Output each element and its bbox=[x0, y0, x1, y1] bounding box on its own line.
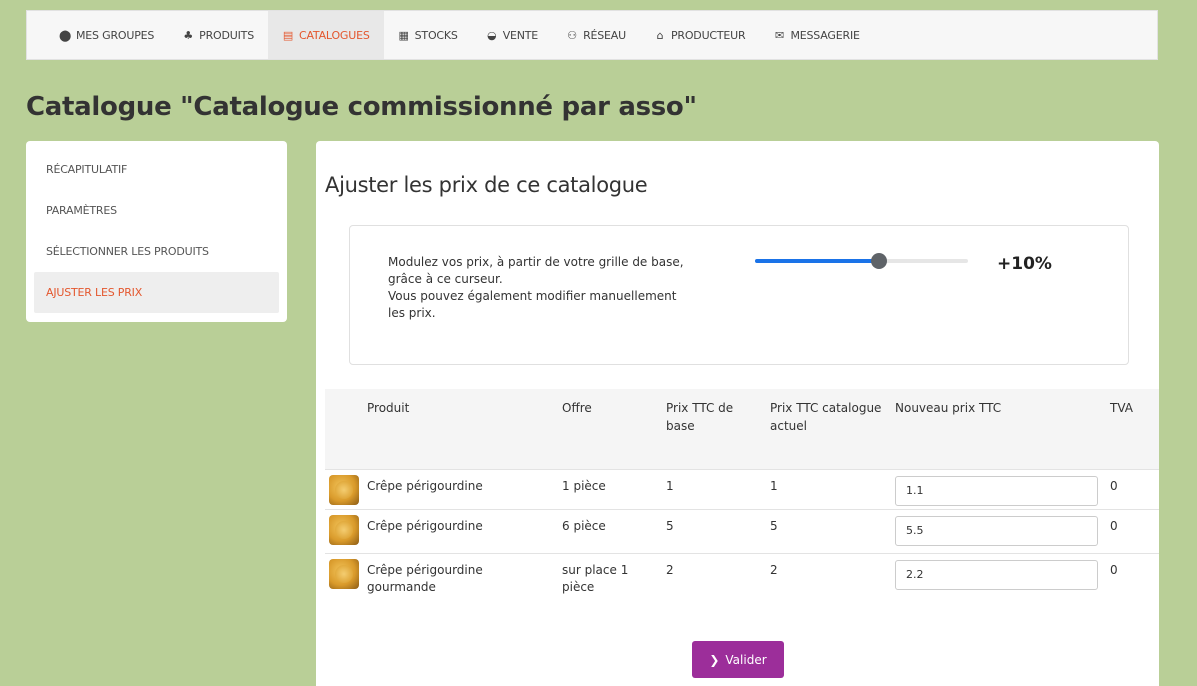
header-thumb bbox=[325, 389, 367, 469]
offer: 6 pièce bbox=[562, 508, 666, 553]
top-nav: ⬤ MES GROUPES ♣ PRODUITS ▤ CATALOGUES ▦ … bbox=[26, 10, 1158, 60]
sidebar-item-parametres[interactable]: PARAMÈTRES bbox=[34, 190, 279, 231]
nav-label: PRODUCTEUR bbox=[670, 28, 746, 42]
header-base-price: Prix TTC de base bbox=[666, 401, 734, 433]
nav-item-catalogues[interactable]: ▤ CATALOGUES bbox=[267, 11, 384, 59]
submit-button[interactable]: ❯ Valider bbox=[692, 641, 784, 678]
nav-label: PRODUITS bbox=[199, 28, 254, 42]
section-title: Ajuster les prix de ce catalogue bbox=[325, 173, 648, 197]
envelope-icon: ✉ bbox=[774, 28, 784, 42]
vat: 0 bbox=[1110, 508, 1159, 553]
prices-table: Produit Offre Prix TTC de base Prix TTC … bbox=[325, 389, 1159, 608]
new-price-cell bbox=[895, 552, 1110, 608]
product-name: Crêpe périgourdine bbox=[367, 468, 562, 509]
sidebar-item-selectionner-produits[interactable]: SÉLECTIONNER LES PRODUITS bbox=[34, 231, 279, 272]
slider-description: Modulez vos prix, à partir de votre gril… bbox=[388, 254, 733, 322]
table-row: Crêpe périgourdine gourmande sur place 1… bbox=[325, 552, 1159, 608]
main-card: Ajuster les prix de ce catalogue Modulez… bbox=[316, 141, 1159, 686]
product-thumb-cell bbox=[325, 468, 367, 509]
current-price: 5 bbox=[770, 508, 895, 553]
vat: 0 bbox=[1110, 468, 1159, 509]
network-icon: ⚇ bbox=[567, 28, 577, 42]
header-product: Produit bbox=[367, 401, 410, 415]
current-price: 2 bbox=[770, 552, 895, 608]
sale-icon: ◒ bbox=[486, 28, 497, 42]
slider-description-line: grâce à ce curseur. bbox=[388, 272, 503, 286]
table-row: Crêpe périgourdine 6 pièce 5 5 0 bbox=[325, 508, 1159, 553]
table-row: Crêpe périgourdine 1 pièce 1 1 0 bbox=[325, 468, 1159, 509]
price-slider-panel: Modulez vos prix, à partir de votre gril… bbox=[349, 225, 1129, 365]
header-vat: TVA bbox=[1110, 401, 1133, 415]
new-price-cell bbox=[895, 468, 1110, 509]
slider-description-line: les prix. bbox=[388, 306, 436, 320]
nav-label: STOCKS bbox=[414, 28, 458, 42]
nav-item-reseau[interactable]: ⚇ RÉSEAU bbox=[552, 11, 640, 59]
map-pin-icon: ⬤ bbox=[59, 28, 72, 42]
product-name: Crêpe périgourdine bbox=[367, 508, 562, 553]
new-price-input[interactable] bbox=[895, 475, 1098, 506]
nav-item-vente[interactable]: ◒ VENTE bbox=[472, 11, 552, 59]
product-thumbnail bbox=[329, 558, 359, 589]
page-title: Catalogue "Catalogue commissionné par as… bbox=[26, 92, 697, 122]
nav-item-mes-groupes[interactable]: ⬤ MES GROUPES bbox=[45, 11, 168, 59]
nav-label: CATALOGUES bbox=[298, 28, 370, 42]
sidebar: RÉCAPITULATIF PARAMÈTRES SÉLECTIONNER LE… bbox=[26, 141, 287, 322]
slider-value: +10% bbox=[997, 254, 1052, 274]
slider-description-line: Modulez vos prix, à partir de votre gril… bbox=[388, 255, 684, 269]
vat: 0 bbox=[1110, 552, 1159, 608]
nav-label: RÉSEAU bbox=[583, 28, 626, 42]
new-price-input[interactable] bbox=[895, 559, 1098, 590]
base-price: 5 bbox=[666, 508, 770, 553]
header-new-price: Nouveau prix TTC bbox=[895, 401, 1002, 415]
nav-item-produits[interactable]: ♣ PRODUITS bbox=[168, 11, 268, 59]
new-price-input[interactable] bbox=[895, 515, 1098, 546]
product-thumbnail bbox=[329, 474, 359, 505]
producer-icon: ⌂ bbox=[656, 28, 664, 42]
stocks-icon: ▦ bbox=[398, 28, 409, 42]
nav-label: MESSAGERIE bbox=[790, 28, 860, 42]
chevron-right-icon: ❯ bbox=[709, 652, 720, 667]
current-price: 1 bbox=[770, 468, 895, 509]
nav-item-producteur[interactable]: ⌂ PRODUCTEUR bbox=[640, 11, 760, 59]
header-offer: Offre bbox=[562, 401, 592, 415]
price-slider-fill bbox=[755, 259, 879, 263]
base-price: 2 bbox=[666, 552, 770, 608]
nav-label: MES GROUPES bbox=[76, 28, 155, 42]
table-header-row: Produit Offre Prix TTC de base Prix TTC … bbox=[325, 389, 1159, 469]
nav-item-stocks[interactable]: ▦ STOCKS bbox=[384, 11, 472, 59]
price-slider-track[interactable] bbox=[755, 253, 968, 269]
offer: sur place 1 pièce bbox=[562, 552, 666, 608]
offer: 1 pièce bbox=[562, 468, 666, 509]
catalog-icon: ▤ bbox=[282, 28, 294, 42]
nav-label: VENTE bbox=[502, 28, 539, 42]
slider-description-line: Vous pouvez également modifier manuellem… bbox=[388, 289, 677, 303]
submit-label: Valider bbox=[725, 652, 767, 667]
header-current-price: Prix TTC catalogue actuel bbox=[770, 401, 882, 433]
product-thumb-cell bbox=[325, 508, 367, 553]
product-name: Crêpe périgourdine gourmande bbox=[367, 552, 562, 608]
sidebar-item-recapitulatif[interactable]: RÉCAPITULATIF bbox=[34, 149, 279, 190]
product-thumbnail bbox=[329, 514, 359, 545]
nav-item-messagerie[interactable]: ✉ MESSAGERIE bbox=[759, 11, 873, 59]
new-price-cell bbox=[895, 508, 1110, 553]
product-thumb-cell bbox=[325, 552, 367, 608]
sidebar-item-ajuster-prix[interactable]: AJUSTER LES PRIX bbox=[34, 272, 279, 313]
base-price: 1 bbox=[666, 468, 770, 509]
products-icon: ♣ bbox=[183, 28, 193, 42]
price-slider-thumb[interactable] bbox=[870, 253, 887, 269]
